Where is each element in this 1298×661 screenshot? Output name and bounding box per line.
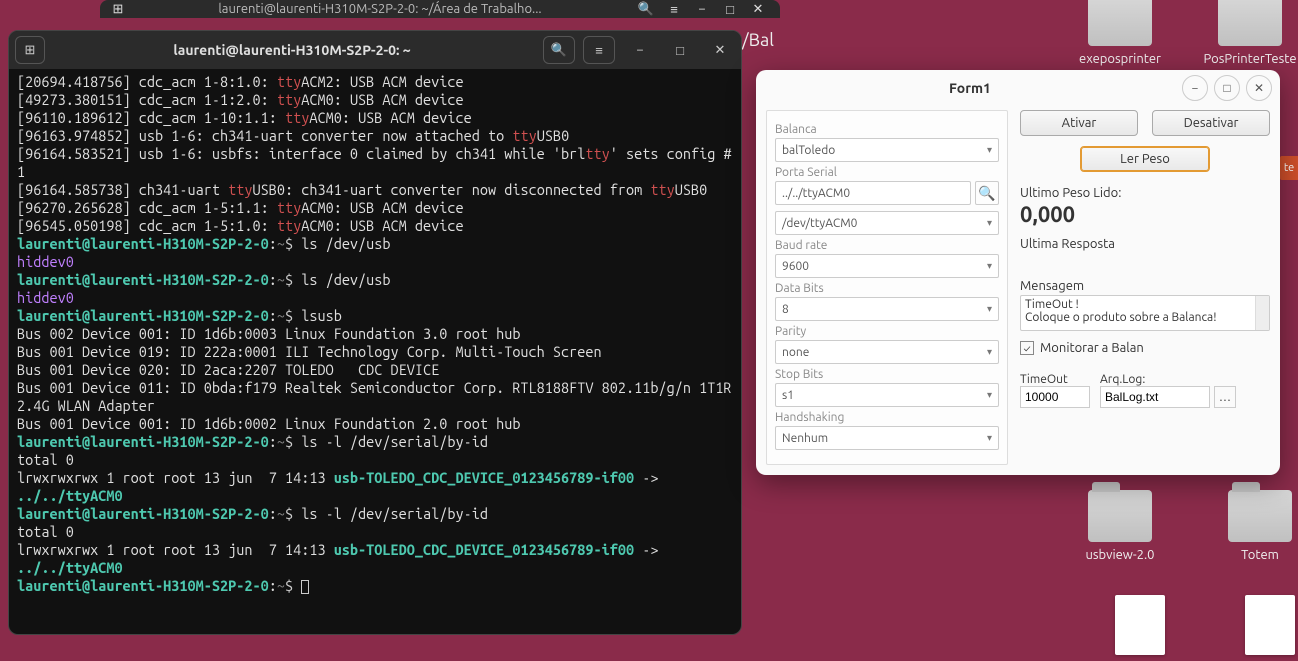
stopbits-combo[interactable]: s1 [775,383,999,407]
lerpeso-button[interactable]: Ler Peso [1080,146,1210,172]
bg-menu-icon[interactable]: ≡ [660,0,688,18]
msg-line-2: Coloque o produto sobre a Balanca! [1025,311,1265,324]
msg-scrollbar[interactable] [1255,296,1269,330]
desktop-icon-label: exeposprinter [1060,52,1180,66]
msg-line-1: TimeOut ! [1025,298,1265,311]
databits-combo[interactable]: 8 [775,297,999,321]
arqlog-label: Arq.Log: [1100,373,1236,386]
mensagem-label: Mensagem [1020,279,1270,293]
file-icon [1245,595,1295,655]
porta-input[interactable]: ../../ttyACM0 [775,181,971,205]
ultimo-peso-value: 0,000 [1020,202,1270,227]
desktop-icon-label: usbview-2.0 [1060,548,1180,562]
handshake-label: Handshaking [775,411,999,424]
maximize-button[interactable]: □ [665,36,695,64]
monitorar-label: Monitorar a Balan [1040,341,1144,355]
desktop-file-1[interactable] [1080,595,1200,661]
desktop-icon-usbview[interactable]: usbview-2.0 [1060,490,1180,562]
baud-combo[interactable]: 9600 [775,254,999,278]
timeout-input[interactable] [1020,386,1090,408]
folder-icon [1218,0,1282,46]
bg-search-icon[interactable]: 🔍 [632,0,660,18]
bg-terminal-title: laurenti@laurenti-H310M-S2P-2-0: ~/Área … [128,2,632,16]
terminal-cursor [301,580,309,594]
ativar-button[interactable]: Ativar [1020,110,1138,136]
porta-label: Porta Serial [775,166,999,179]
desktop-icon-exeposprinter[interactable]: exeposprinter [1060,0,1180,66]
desktop-file-2[interactable] [1210,595,1298,661]
terminal-titlebar: ⊞ laurenti@laurenti-H310M-S2P-2-0: ~ 🔍 ≡… [9,31,741,69]
form1-window: Form1 − □ ✕ Balanca balToledo Porta Seri… [756,70,1280,475]
desktop-icon-posprintertester[interactable]: PosPrinterTeste [1190,0,1298,66]
form-maximize-button[interactable]: □ [1214,75,1240,101]
desativar-button[interactable]: Desativar [1152,110,1270,136]
search-button[interactable]: 🔍 [543,36,575,64]
parity-combo[interactable]: none [775,340,999,364]
bg-close-icon[interactable]: ✕ [744,0,772,18]
newtab-button[interactable]: ⊞ [15,36,45,64]
porta-search-button[interactable]: 🔍 [975,181,999,205]
mensagem-textbox[interactable]: TimeOut ! Coloque o produto sobre a Bala… [1020,295,1270,331]
folder-icon [1228,490,1292,542]
baud-label: Baud rate [775,239,999,252]
bg-minimize-icon[interactable]: − [688,0,716,18]
form1-body: Balanca balToledo Porta Serial ../../tty… [756,106,1280,475]
arqlog-browse-button[interactable]: … [1214,386,1236,408]
right-panel: Ativar Desativar Ler Peso Ultimo Peso Li… [1020,110,1270,465]
desktop-icon-totem[interactable]: Totem [1200,490,1298,562]
balanca-label: Balanca [775,123,999,136]
terminal-window: ⊞ laurenti@laurenti-H310M-S2P-2-0: ~ 🔍 ≡… [8,30,742,635]
file-icon [1115,595,1165,655]
monitorar-checkbox[interactable]: ✓ [1020,341,1034,355]
databits-label: Data Bits [775,282,999,295]
balanca-combo[interactable]: balToledo [775,138,999,162]
bg-maximize-icon[interactable]: □ [716,0,744,18]
arqlog-input[interactable] [1100,386,1210,408]
right-edge-tab[interactable]: te [1280,156,1298,180]
folder-icon [1088,490,1152,542]
terminal-title: laurenti@laurenti-H310M-S2P-2-0: ~ [49,42,535,58]
serial-config-panel: Balanca balToledo Porta Serial ../../tty… [766,110,1008,465]
terminal-body[interactable]: [20694.418756] cdc_acm 1-8:1.0: ttyACM2:… [9,69,741,634]
desktop-icon-label: PosPrinterTeste [1190,52,1298,66]
handshake-combo[interactable]: Nenhum [775,426,999,450]
form1-titlebar: Form1 − □ ✕ [756,70,1280,106]
form1-title: Form1 [764,80,1176,96]
background-terminal-titlebar: ⊞ laurenti@laurenti-H310M-S2P-2-0: ~/Áre… [100,0,780,18]
ultimo-peso-label: Ultimo Peso Lido: [1020,186,1270,200]
magnifier-icon: 🔍 [978,185,995,202]
timeout-label: TimeOut [1020,373,1090,386]
dev-combo[interactable]: /dev/ttyACM0 [775,211,999,235]
minimize-button[interactable]: − [625,36,655,64]
stopbits-label: Stop Bits [775,368,999,381]
form-close-button[interactable]: ✕ [1246,75,1272,101]
folder-icon [1088,0,1152,46]
form-minimize-button[interactable]: − [1182,75,1208,101]
menu-button[interactable]: ≡ [583,36,615,64]
ultima-resposta-label: Ultima Resposta [1020,237,1270,251]
partial-path-label: /Bal [742,30,774,50]
newtab-icon[interactable]: ⊞ [108,2,128,17]
close-button[interactable]: ✕ [705,36,735,64]
parity-label: Parity [775,325,999,338]
desktop-icon-label: Totem [1200,548,1298,562]
